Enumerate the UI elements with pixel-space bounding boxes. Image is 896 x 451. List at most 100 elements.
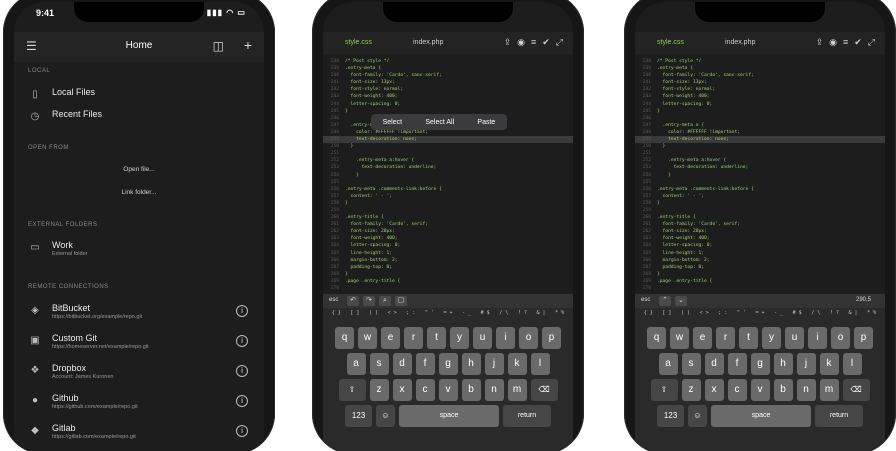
esc-key[interactable]: esc (329, 297, 338, 303)
info-icon[interactable]: i (236, 335, 248, 347)
letter-key[interactable]: h (773, 353, 793, 375)
letter-key[interactable]: w (358, 327, 377, 349)
check-icon[interactable]: ✔ (542, 37, 550, 47)
symbol-key[interactable]: " ' (732, 310, 751, 324)
list-item-work[interactable]: ▭ Work External folder (28, 239, 252, 261)
return-key[interactable]: return (815, 405, 863, 427)
symbol-key[interactable]: < > (695, 310, 714, 324)
letter-key[interactable]: b (461, 379, 481, 401)
symbol-key[interactable]: / \ (494, 310, 513, 324)
letter-key[interactable]: u (785, 327, 804, 349)
letter-key[interactable]: z (369, 379, 389, 401)
letter-key[interactable]: q (647, 327, 666, 349)
letter-key[interactable]: n (484, 379, 504, 401)
letter-key[interactable]: w (670, 327, 689, 349)
letter-key[interactable]: r (404, 327, 423, 349)
list-item-recent-files[interactable]: ◷ Recent Files (28, 108, 252, 130)
letter-key[interactable]: y (762, 327, 781, 349)
check-icon[interactable]: ✔ (854, 37, 862, 47)
symbol-key[interactable]: * % (550, 310, 569, 324)
esc-key[interactable]: esc (641, 297, 650, 303)
symbol-key[interactable]: * % (862, 310, 881, 324)
letter-key[interactable]: j (796, 353, 816, 375)
symbol-key[interactable]: # $ (476, 310, 495, 324)
emoji-key[interactable]: ☺ (376, 405, 395, 427)
split-view-icon[interactable]: ◫ (213, 39, 224, 53)
menu-paste[interactable]: Paste (477, 119, 495, 126)
list-item-dropbox[interactable]: ❖ Dropbox Account: James Kuronen i (28, 362, 252, 384)
list-icon[interactable]: ≡ (843, 37, 848, 47)
letter-key[interactable]: z (681, 379, 701, 401)
letter-key[interactable]: k (819, 353, 839, 375)
numbers-key[interactable]: 123 (345, 405, 372, 427)
chevron-down-icon[interactable]: ⌄ (675, 296, 687, 306)
plus-icon[interactable]: + (244, 37, 252, 53)
letter-key[interactable]: g (438, 353, 458, 375)
letter-key[interactable]: p (854, 327, 873, 349)
symbol-key[interactable]: & | (532, 310, 551, 324)
letter-key[interactable]: j (484, 353, 504, 375)
info-icon[interactable]: i (236, 305, 248, 317)
expand-icon[interactable]: ⤢ (556, 37, 563, 47)
symbol-key[interactable]: = + (751, 310, 770, 324)
letter-key[interactable]: x (704, 379, 724, 401)
tab-index-php[interactable]: index.php (725, 39, 755, 46)
info-icon[interactable]: i (236, 425, 248, 437)
return-key[interactable]: return (503, 405, 551, 427)
letter-key[interactable]: t (427, 327, 446, 349)
info-icon[interactable]: i (236, 395, 248, 407)
letter-key[interactable]: e (693, 327, 712, 349)
letter-key[interactable]: i (808, 327, 827, 349)
letter-key[interactable]: t (739, 327, 758, 349)
list-item-bitbucket[interactable]: ◈ BitBucket https://bitbucket.org/exampl… (28, 302, 252, 324)
tab-index-php[interactable]: index.php (413, 39, 443, 46)
letter-key[interactable]: m (819, 379, 839, 401)
symbol-key[interactable]: / \ (806, 310, 825, 324)
symbol-key[interactable]: ; : (713, 310, 732, 324)
letter-key[interactable]: v (438, 379, 458, 401)
letter-key[interactable]: x (392, 379, 412, 401)
symbol-key[interactable]: ; : (401, 310, 420, 324)
letter-key[interactable]: l (530, 353, 550, 375)
symbol-key[interactable]: " ' (420, 310, 439, 324)
preview-icon[interactable]: ◉ (517, 37, 525, 47)
letter-key[interactable]: q (335, 327, 354, 349)
letter-key[interactable]: h (461, 353, 481, 375)
letter-key[interactable]: e (381, 327, 400, 349)
letter-key[interactable]: r (716, 327, 735, 349)
list-item-gitlab[interactable]: ◆ Gitlab https://gitlab.com/example/repo… (28, 422, 252, 444)
letter-key[interactable]: a (346, 353, 366, 375)
tab-style-css[interactable]: style.css (657, 39, 684, 46)
letter-key[interactable]: c (727, 379, 747, 401)
symbol-key[interactable]: - _ (769, 310, 788, 324)
letter-key[interactable]: o (831, 327, 850, 349)
letter-key[interactable]: f (415, 353, 435, 375)
shift-key[interactable]: ⇧ (650, 379, 678, 401)
symbol-key[interactable]: ( ) (364, 310, 383, 324)
expand-icon[interactable]: ⤢ (868, 37, 875, 47)
letter-key[interactable]: a (658, 353, 678, 375)
tab-style-css[interactable]: style.css (345, 39, 372, 46)
preview-icon[interactable]: ◉ (829, 37, 837, 47)
letter-key[interactable]: g (750, 353, 770, 375)
open-file-link[interactable]: Open file... (14, 166, 264, 173)
letter-key[interactable]: b (773, 379, 793, 401)
redo-icon[interactable]: ↷ (363, 296, 375, 306)
symbol-key[interactable]: ! ? (825, 310, 844, 324)
symbol-key[interactable]: < > (383, 310, 402, 324)
share-icon[interactable]: ⇪ (504, 37, 512, 47)
letter-key[interactable]: u (473, 327, 492, 349)
code-editor[interactable]: 238/* Post style */239 .entry-meta {240 f… (323, 58, 573, 294)
letter-key[interactable]: s (681, 353, 701, 375)
code-editor[interactable]: 238/* Post style */239 .entry-meta {240 f… (635, 58, 885, 294)
letter-key[interactable]: n (796, 379, 816, 401)
letter-key[interactable]: k (507, 353, 527, 375)
chevron-up-icon[interactable]: ⌃ (659, 296, 671, 306)
letter-key[interactable]: f (727, 353, 747, 375)
letter-key[interactable]: c (415, 379, 435, 401)
symbol-key[interactable]: ( ) (676, 310, 695, 324)
space-key[interactable]: space (711, 405, 811, 427)
symbol-key[interactable]: = + (439, 310, 458, 324)
backspace-key[interactable]: ⌫ (530, 379, 558, 401)
numbers-key[interactable]: 123 (657, 405, 684, 427)
